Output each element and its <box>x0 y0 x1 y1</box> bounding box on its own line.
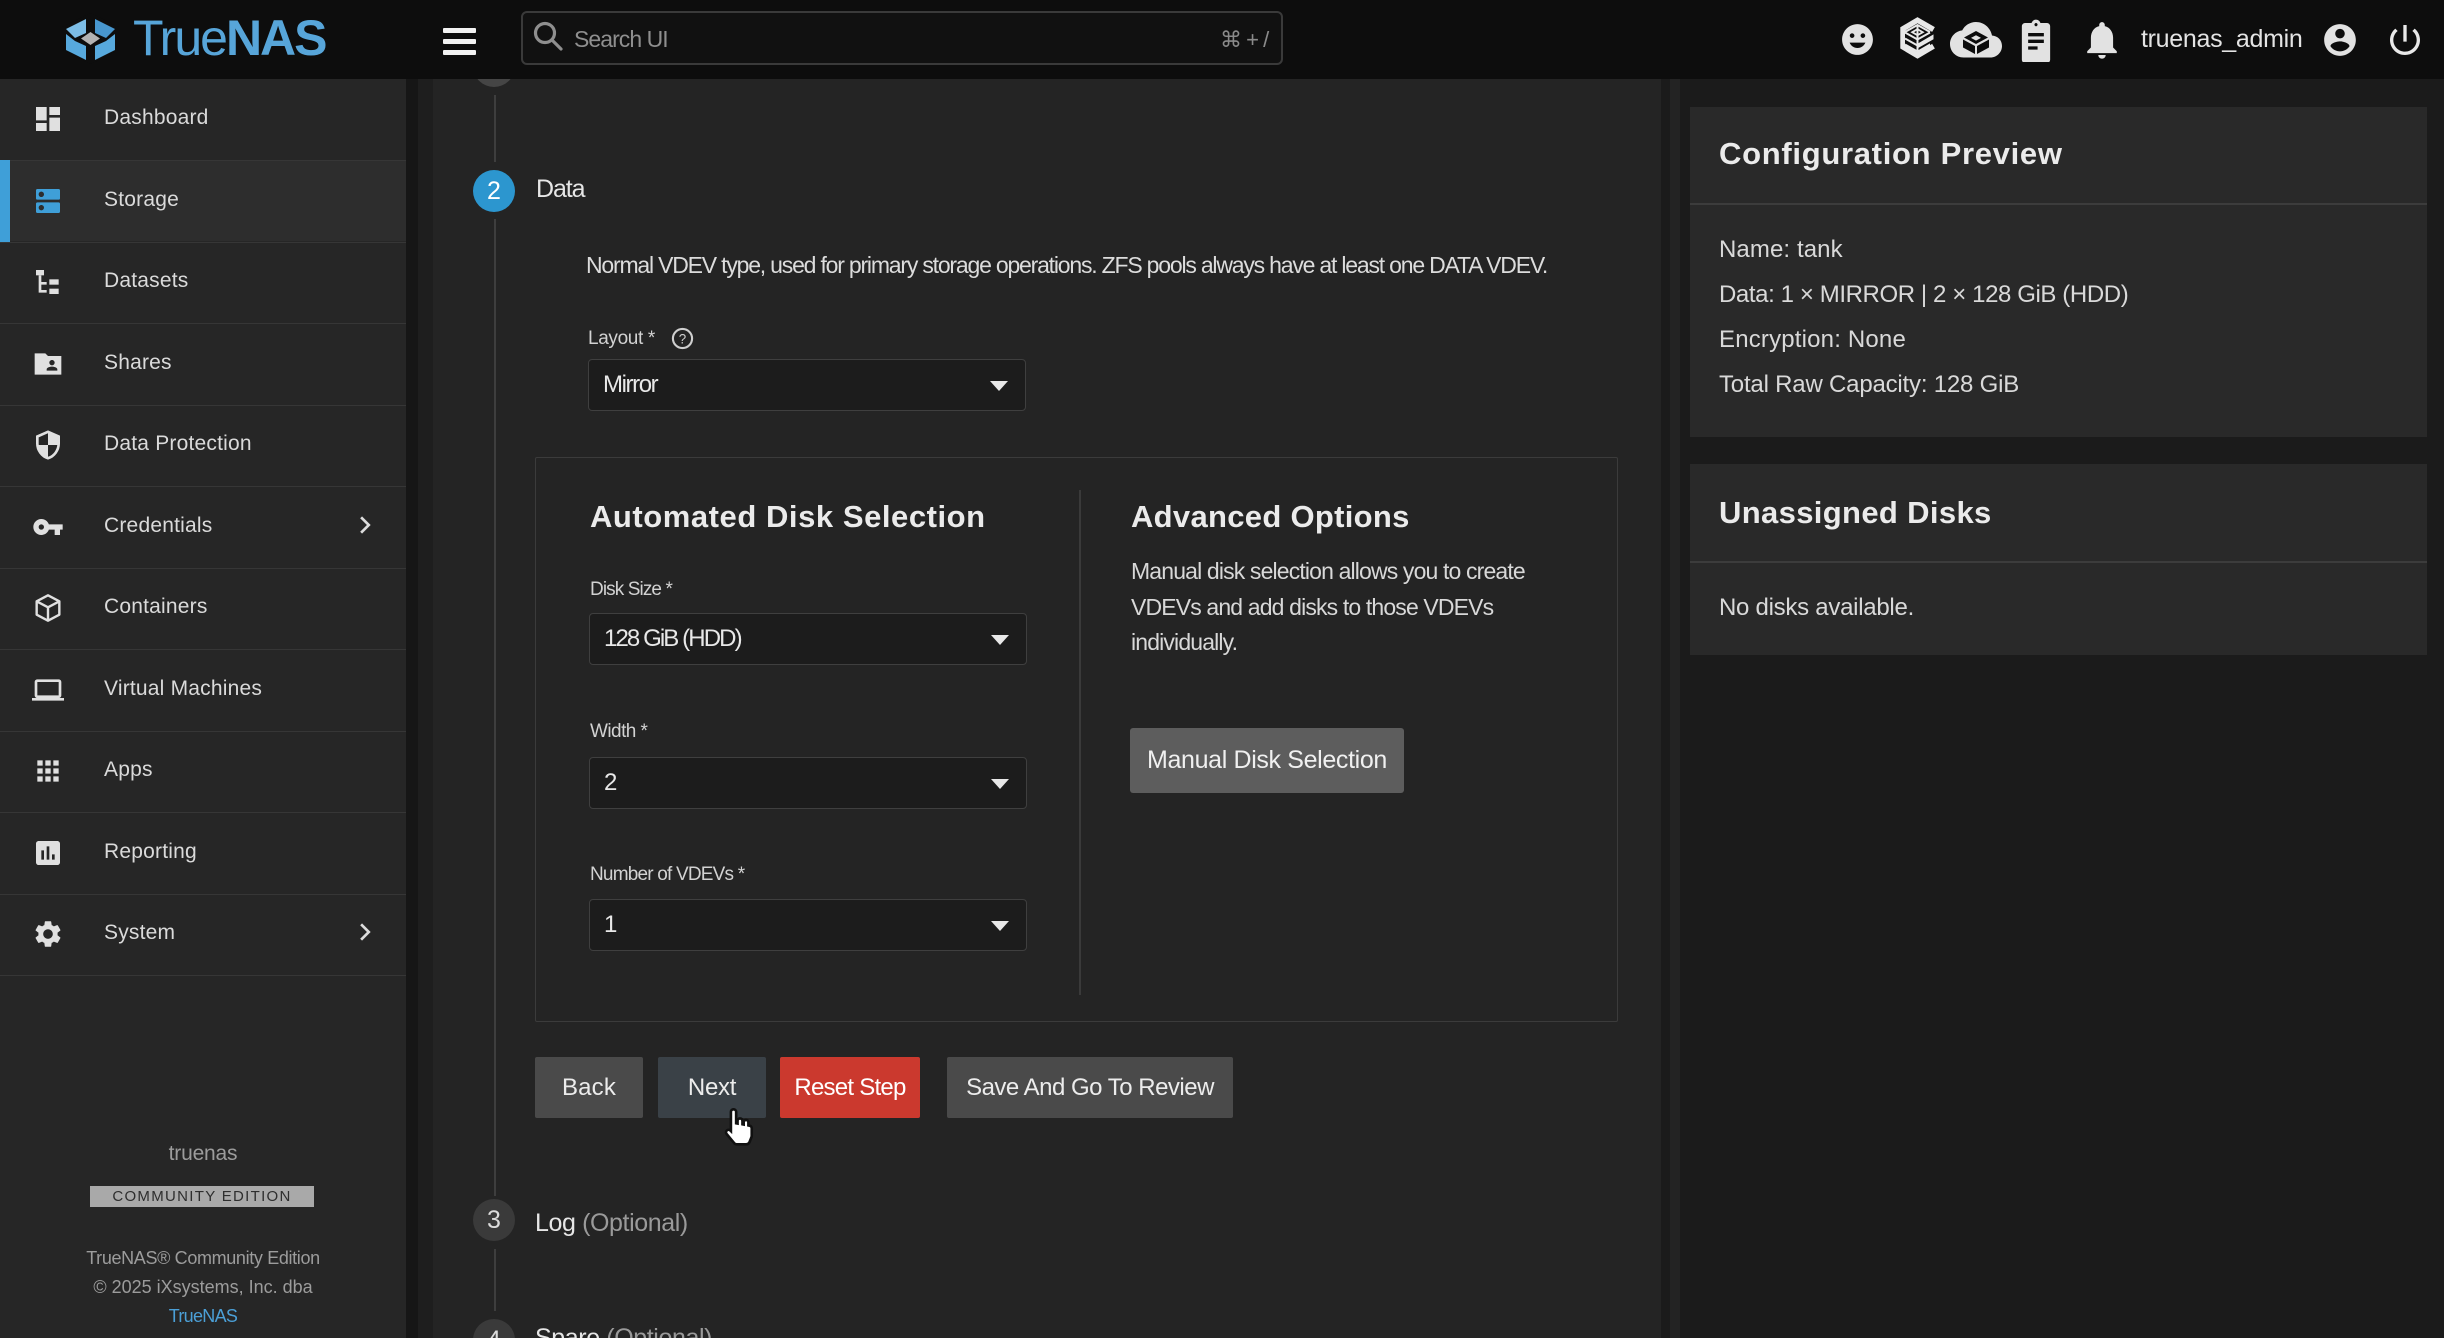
svg-text:?: ? <box>679 331 686 346</box>
